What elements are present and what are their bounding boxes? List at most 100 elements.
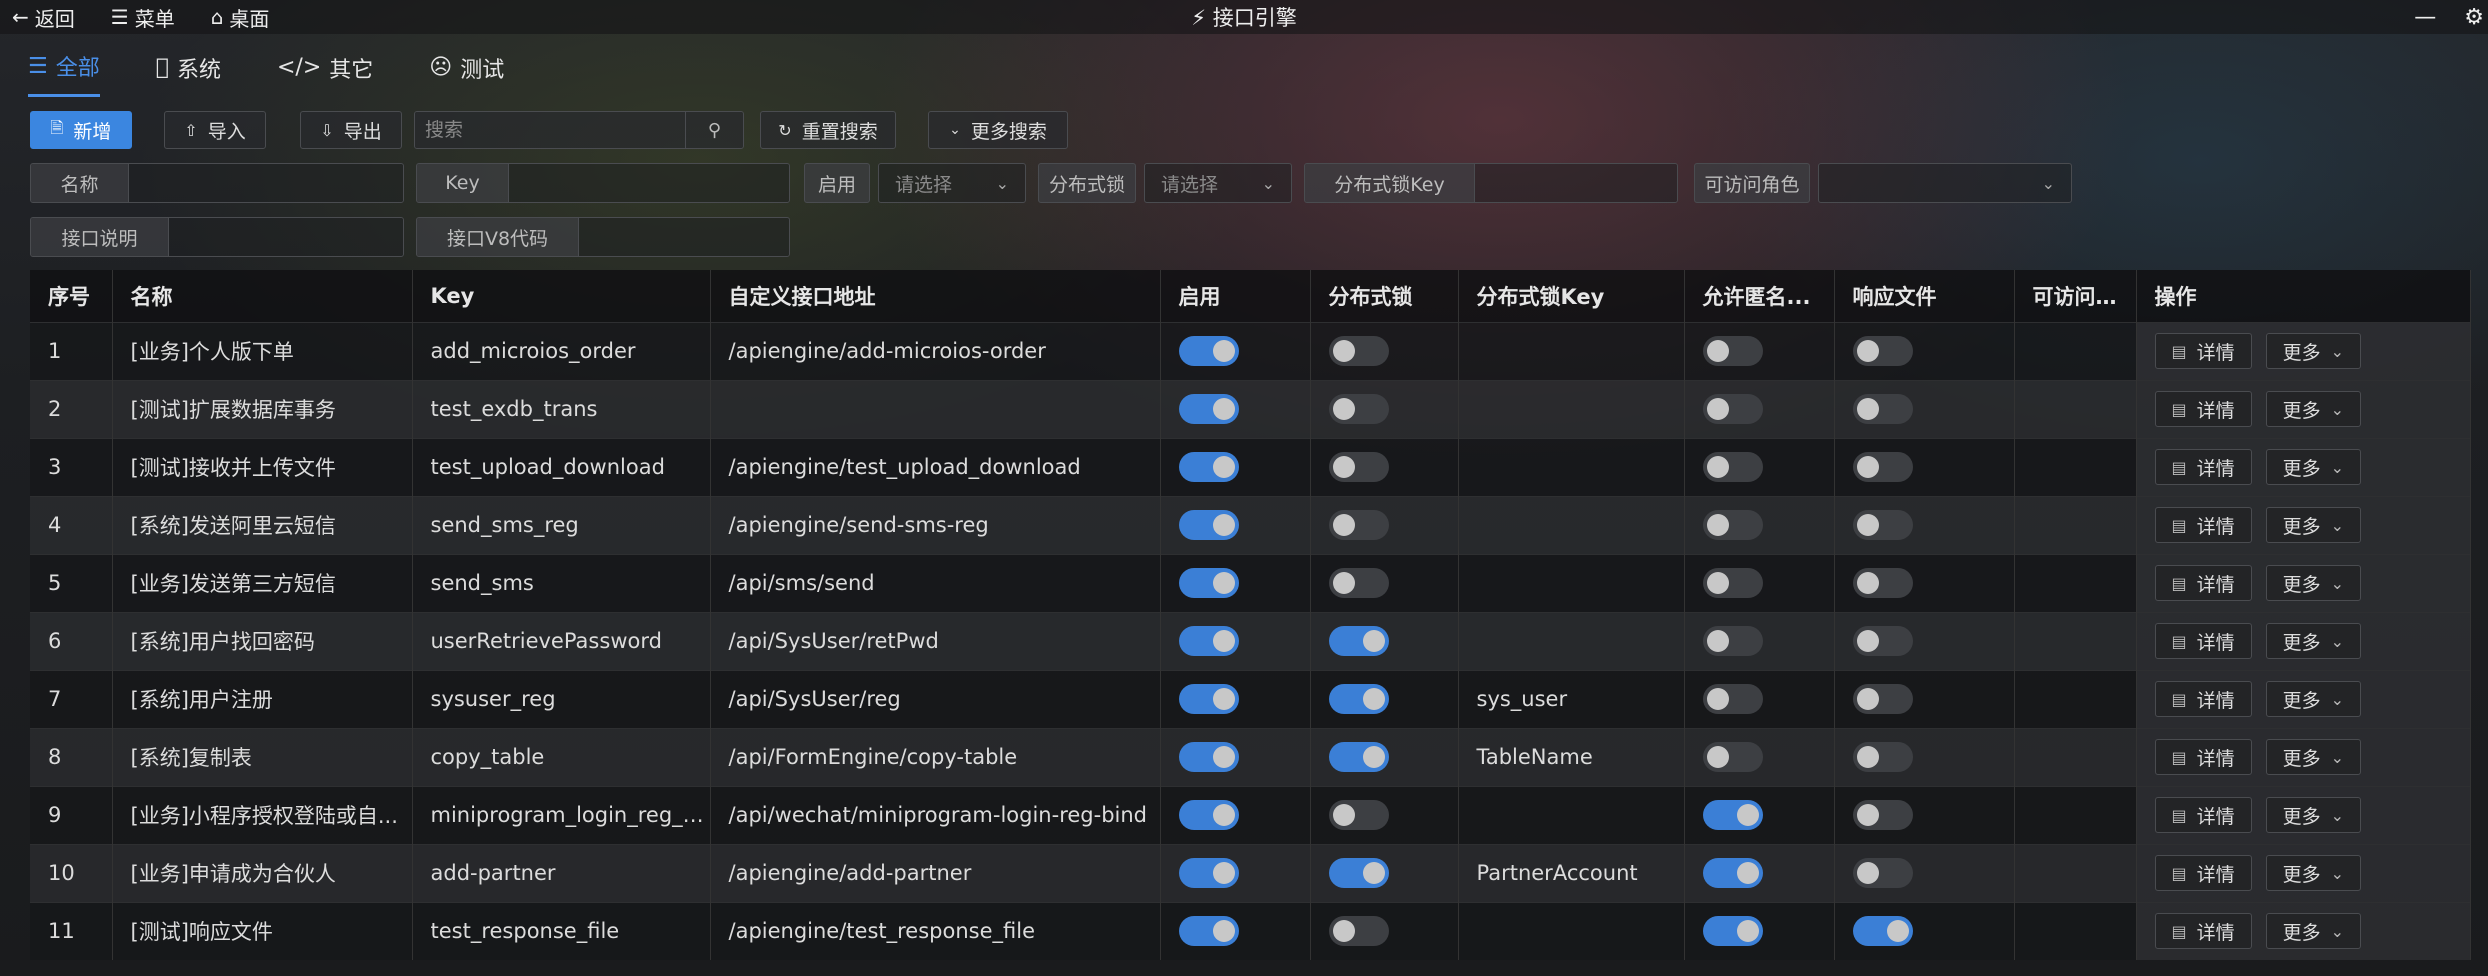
detail-button[interactable]: ▤ 详情 (2154, 739, 2252, 775)
column-header[interactable]: 可访问角色 (2014, 270, 2137, 322)
export-button[interactable]: ⇩ 导出 (300, 111, 402, 149)
dist-lock-switch[interactable] (1328, 916, 1389, 947)
allow-anonymous-switch[interactable] (1702, 684, 1763, 714)
response-file-switch[interactable] (1852, 626, 1913, 656)
lock-key-filter-input[interactable] (1475, 164, 1677, 202)
dist-lock-switch[interactable] (1328, 568, 1389, 598)
more-button[interactable]: 更多 ⌄ (2265, 739, 2362, 775)
dist-lock-switch[interactable] (1328, 394, 1389, 424)
menu-button[interactable]: ☰ 菜单 (111, 3, 175, 32)
more-button[interactable]: 更多 ⌄ (2265, 855, 2362, 891)
detail-button[interactable]: ▤ 详情 (2154, 391, 2252, 427)
tab-other[interactable]: </> 其它 (277, 50, 373, 97)
column-header[interactable]: 分布式锁Key (1458, 270, 1685, 322)
table-row[interactable]: 5 [业务]发送第三方短信 send_sms/api/sms/send ▤ 详情 更多 ⌄ (30, 553, 2471, 612)
response-file-switch[interactable] (1852, 394, 1913, 424)
enabled-switch[interactable] (1178, 568, 1239, 598)
dist-lock-switch[interactable] (1328, 684, 1389, 714)
lock-filter-select[interactable]: 请选择 ⌄ (1144, 163, 1292, 203)
tab-all[interactable]: ☰ 全部 (28, 50, 100, 97)
key-filter-input[interactable] (509, 164, 789, 202)
enabled-switch[interactable] (1178, 626, 1239, 656)
table-row[interactable]: 7 [系统]用户注册 sysuser_reg/api/SysUser/reg sys_… (30, 669, 2471, 728)
detail-button[interactable]: ▤ 详情 (2154, 681, 2252, 717)
more-button[interactable]: 更多 ⌄ (2265, 797, 2362, 833)
search-input[interactable] (415, 112, 685, 148)
tab-test[interactable]: ☹ 测试 (429, 50, 504, 97)
dist-lock-switch[interactable] (1328, 452, 1389, 482)
column-header[interactable]: 自定义接口地址 (710, 270, 1161, 322)
response-file-switch[interactable] (1852, 800, 1913, 830)
table-row[interactable]: 6 [系统]用户找回密码 userRetrievePassword/api/SysU… (30, 611, 2471, 670)
allow-anonymous-switch[interactable] (1702, 626, 1763, 656)
detail-button[interactable]: ▤ 详情 (2154, 623, 2252, 659)
back-button[interactable]: ← 返回 (12, 3, 75, 32)
column-header[interactable]: 响应文件 (1834, 270, 2015, 322)
more-button[interactable]: 更多 ⌄ (2265, 333, 2362, 369)
column-header[interactable]: 启用 (1160, 270, 1311, 322)
detail-button[interactable]: ▤ 详情 (2154, 449, 2252, 485)
allow-anonymous-switch[interactable] (1702, 394, 1763, 424)
enabled-switch[interactable] (1178, 510, 1239, 540)
more-button[interactable]: 更多 ⌄ (2265, 391, 2362, 427)
enabled-switch[interactable] (1178, 858, 1239, 888)
detail-button[interactable]: ▤ 详情 (2154, 565, 2252, 601)
response-file-switch[interactable] (1852, 336, 1913, 366)
response-file-switch[interactable] (1852, 510, 1913, 540)
dist-lock-switch[interactable] (1328, 800, 1389, 830)
more-button[interactable]: 更多 ⌄ (2265, 681, 2362, 717)
enabled-switch[interactable] (1178, 452, 1239, 482)
allow-anonymous-switch[interactable] (1702, 452, 1763, 482)
detail-button[interactable]: ▤ 详情 (2154, 913, 2252, 950)
allow-anonymous-switch[interactable] (1702, 800, 1763, 830)
dist-lock-switch[interactable] (1328, 858, 1389, 888)
column-header[interactable]: 名称 (112, 270, 413, 322)
more-button[interactable]: 更多 ⌄ (2265, 449, 2362, 485)
name-filter-input[interactable] (129, 164, 403, 202)
dist-lock-switch[interactable] (1328, 510, 1389, 540)
enabled-switch[interactable] (1178, 394, 1239, 424)
more-button[interactable]: 更多 ⌄ (2265, 565, 2362, 601)
detail-button[interactable]: ▤ 详情 (2154, 333, 2252, 369)
dist-lock-switch[interactable] (1328, 742, 1389, 772)
table-row[interactable]: 9 [业务]小程序授权登陆或自... miniprogram_login_reg_b… (30, 785, 2471, 844)
table-row[interactable]: 8 [系统]复制表 copy_table/api/FormEngine/copy-t… (30, 727, 2471, 786)
more-button[interactable]: 更多 ⌄ (2265, 507, 2362, 543)
response-file-switch[interactable] (1852, 858, 1913, 888)
gear-icon[interactable]: ⚙ (2464, 5, 2484, 30)
v8code-filter-input[interactable] (579, 218, 789, 256)
column-header[interactable]: 允许匿名... (1684, 270, 1835, 322)
allow-anonymous-switch[interactable] (1702, 858, 1763, 888)
detail-button[interactable]: ▤ 详情 (2154, 855, 2252, 891)
allow-anonymous-switch[interactable] (1702, 336, 1763, 366)
table-row[interactable]: 2 [测试]扩展数据库事务 test_exdb_trans ▤ 详情 更多 ⌄ (30, 379, 2471, 438)
more-button[interactable]: 更多 ⌄ (2265, 913, 2362, 950)
minimize-icon[interactable]: — (2414, 5, 2436, 30)
response-file-switch[interactable] (1852, 742, 1913, 772)
table-row[interactable]: 3 [测试]接收并上传文件 test_upload_download/apiengi… (30, 437, 2471, 496)
column-header[interactable]: 分布式锁 (1310, 270, 1459, 322)
table-row[interactable]: 10 [业务]申请成为合伙人 add-partner/apiengine/add-p… (30, 843, 2471, 902)
response-file-switch[interactable] (1852, 568, 1913, 598)
allow-anonymous-switch[interactable] (1702, 510, 1763, 540)
search-icon[interactable]: ⚲ (685, 112, 743, 148)
more-search-button[interactable]: ⌄ 更多搜索 (928, 111, 1068, 149)
response-file-switch[interactable] (1852, 452, 1913, 482)
column-header[interactable]: Key (412, 270, 711, 322)
table-row[interactable]: 4 [系统]发送阿里云短信 send_sms_reg/apiengine/send-… (30, 495, 2471, 554)
allow-anonymous-switch[interactable] (1702, 742, 1763, 772)
allow-anonymous-switch[interactable] (1702, 568, 1763, 598)
allow-anonymous-switch[interactable] (1702, 916, 1763, 947)
table-row[interactable]: 11 [测试]响应文件 test_response_file/apiengine/t… (30, 901, 2471, 960)
desc-filter-input[interactable] (169, 218, 403, 256)
add-button[interactable]: 🗎 新增 (30, 111, 132, 149)
more-button[interactable]: 更多 ⌄ (2265, 623, 2362, 659)
enabled-filter-select[interactable]: 请选择 ⌄ (878, 163, 1026, 203)
dist-lock-switch[interactable] (1328, 626, 1389, 656)
table-row[interactable]: 1 [业务]个人版下单 add_microios_order/apiengine/a… (30, 321, 2471, 380)
response-file-switch[interactable] (1852, 916, 1913, 947)
import-button[interactable]: ⇧ 导入 (164, 111, 266, 149)
column-header[interactable]: 序号 (30, 270, 113, 322)
detail-button[interactable]: ▤ 详情 (2154, 507, 2252, 543)
detail-button[interactable]: ▤ 详情 (2154, 797, 2252, 833)
